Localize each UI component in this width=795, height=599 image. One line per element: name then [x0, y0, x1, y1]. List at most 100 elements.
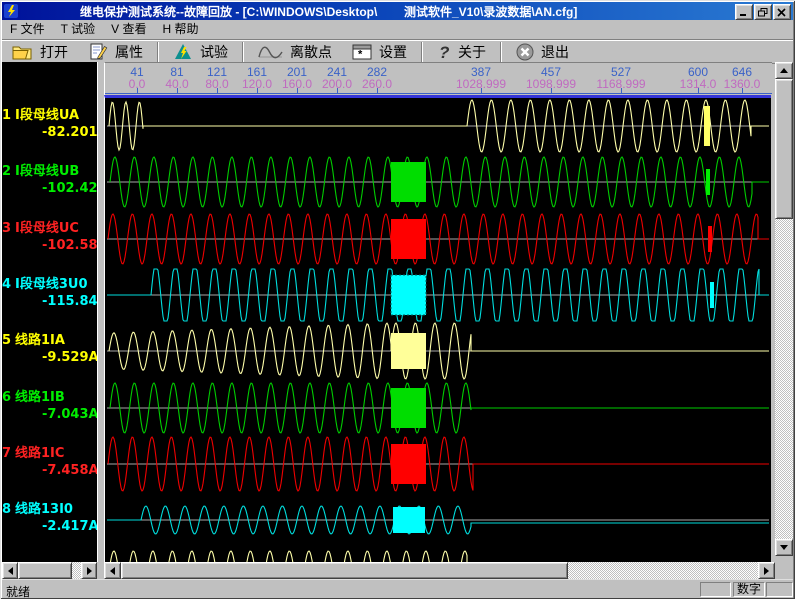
- ruler-tick-label: 161120.0: [242, 66, 272, 90]
- menu-view[interactable]: V 查看: [103, 21, 154, 38]
- about-button[interactable]: ? 关于: [427, 41, 496, 63]
- ruler-tick-mark: [742, 88, 743, 94]
- channel-range: -7.458A至7.: [2, 462, 97, 479]
- settings-label: 设置: [379, 42, 407, 62]
- scroll-up-button[interactable]: [775, 62, 793, 79]
- channel-range: -102.586V至: [2, 237, 97, 254]
- wave-scroll-track[interactable]: [568, 562, 758, 579]
- fault-marker-square-ch2[interactable]: [391, 162, 426, 202]
- ruler-tick-mark: [698, 88, 699, 94]
- channel-label-1[interactable]: 1Ⅰ段母线UA-82.201V至8: [2, 107, 97, 141]
- open-button[interactable]: 打开: [2, 41, 78, 63]
- sidebar-scroll-track[interactable]: [72, 562, 81, 579]
- channel-label-4[interactable]: 4Ⅰ段母线3U0-115.844V至: [2, 276, 97, 310]
- status-bar: 就绪 数字: [2, 579, 793, 598]
- status-text: 就绪: [6, 583, 30, 599]
- ruler-tick-label: 8140.0: [165, 66, 188, 90]
- fault-marker-square-ch4[interactable]: [391, 275, 426, 315]
- channel-name: 线路1IB: [15, 390, 65, 405]
- cursor-marker-bar-ch3[interactable]: [708, 226, 712, 252]
- channel-number: 4: [2, 276, 15, 293]
- ruler-tick-label: 6001314.0: [680, 66, 717, 90]
- cursor-marker-bar-ch1[interactable]: [704, 106, 710, 146]
- restore-icon: [758, 8, 768, 17]
- channel-number: 2: [2, 163, 15, 180]
- close-icon: [777, 8, 787, 17]
- channel-label-2[interactable]: 2Ⅰ段母线UB-102.420V至: [2, 163, 97, 197]
- ruler-tick-label: 4571098.999: [526, 66, 576, 90]
- down-arrow-icon: [780, 545, 788, 550]
- settings-button[interactable]: * 设置: [342, 41, 417, 63]
- wave-scroll-left-button[interactable]: [104, 562, 121, 579]
- exit-label: 退出: [541, 42, 569, 62]
- menu-test[interactable]: T 试验: [53, 21, 103, 38]
- fault-marker-square-ch7[interactable]: [391, 444, 426, 484]
- fault-marker-square-ch5[interactable]: [391, 333, 426, 369]
- properties-button[interactable]: 属性: [78, 41, 153, 63]
- sidebar-scroll-left-button[interactable]: [2, 562, 18, 579]
- fault-marker-square-ch6[interactable]: [391, 388, 426, 428]
- waveform-canvas: [107, 98, 769, 562]
- ruler-tick-label: 5271168.999: [596, 66, 645, 90]
- svg-text:*: *: [358, 49, 363, 61]
- status-panel-scrl: [766, 582, 793, 597]
- test-button[interactable]: 试验: [163, 41, 238, 63]
- channel-number: 6: [2, 389, 15, 406]
- fault-marker-square-ch8[interactable]: [393, 507, 425, 533]
- scroll-down-button[interactable]: [775, 539, 793, 556]
- discrete-points-button[interactable]: 离散点: [248, 41, 342, 63]
- wave-scroll-thumb[interactable]: [121, 562, 568, 579]
- about-icon: ?: [437, 43, 451, 61]
- right-arrow-icon: [764, 567, 769, 575]
- discrete-points-icon: [258, 44, 283, 60]
- menu-help[interactable]: H 帮助: [154, 21, 206, 38]
- menu-file[interactable]: F 文件: [2, 21, 53, 38]
- channel-number: 7: [2, 445, 15, 462]
- cursor-marker-bar-ch2[interactable]: [706, 169, 710, 195]
- channel-range: -9.529A至14: [2, 349, 97, 366]
- ruler-tick-mark: [551, 88, 552, 94]
- open-label: 打开: [40, 42, 68, 62]
- ruler-tick-mark: [377, 88, 378, 94]
- close-button[interactable]: [773, 4, 791, 20]
- channel-number: 1: [2, 107, 15, 124]
- vertical-scroll-thumb[interactable]: [775, 79, 793, 219]
- channel-label-5[interactable]: 5线路1IA-9.529A至14: [2, 332, 97, 366]
- channel-name: Ⅰ段母线UA: [15, 108, 79, 123]
- channel-label-3[interactable]: 3Ⅰ段母线UC-102.586V至: [2, 220, 97, 254]
- left-arrow-icon: [8, 567, 13, 575]
- sidebar-scroll-right-button[interactable]: [81, 562, 97, 579]
- minimize-button[interactable]: [735, 4, 753, 20]
- channel-name: Ⅰ段母线UB: [15, 164, 79, 179]
- restore-button[interactable]: [754, 4, 772, 20]
- channel-label-panel: 1Ⅰ段母线UA-82.201V至8 2Ⅰ段母线UB-102.420V至 3Ⅰ段母线U…: [2, 62, 97, 562]
- channel-name: Ⅰ段母线UC: [15, 221, 79, 236]
- channel-range: -102.420V至: [2, 180, 97, 197]
- cursor-marker-bar-ch4[interactable]: [710, 282, 714, 308]
- toolbar-separator: [157, 42, 159, 62]
- toolbar-separator: [500, 42, 502, 62]
- status-panel-num: 数字: [733, 582, 765, 597]
- test-label: 试验: [200, 42, 228, 62]
- channel-label-6[interactable]: 6线路1IB-7.043A至7.: [2, 389, 97, 423]
- exit-button[interactable]: 退出: [506, 41, 579, 63]
- ruler-tick-mark: [621, 88, 622, 94]
- ruler-tick-mark: [337, 88, 338, 94]
- channel-label-7[interactable]: 7线路1IC-7.458A至7.: [2, 445, 97, 479]
- sidebar-scroll-thumb[interactable]: [18, 562, 72, 579]
- ruler-tick-label: 282260.0: [362, 66, 392, 90]
- wave-scroll-right-button[interactable]: [758, 562, 775, 579]
- fault-marker-square-ch3[interactable]: [391, 219, 426, 259]
- app-window: 继电保护测试系统--故障回放 - [C:\WINDOWS\Desktop\ 测试…: [0, 0, 795, 599]
- ruler-tick-mark: [257, 88, 258, 94]
- channel-range: -7.043A至7.: [2, 406, 97, 423]
- waveform-trace-ch9: [109, 551, 769, 562]
- ruler-tick-label: 6461360.0: [724, 66, 761, 90]
- ruler-tick-label: 201160.0: [282, 66, 312, 90]
- discrete-points-label: 离散点: [290, 42, 332, 62]
- up-arrow-icon: [780, 68, 788, 73]
- vertical-scroll-track[interactable]: [775, 219, 793, 539]
- app-logo-icon: [4, 4, 18, 18]
- waveform-area: [104, 95, 771, 562]
- channel-label-8[interactable]: 8线路13I0-2.417A至4.: [2, 501, 97, 535]
